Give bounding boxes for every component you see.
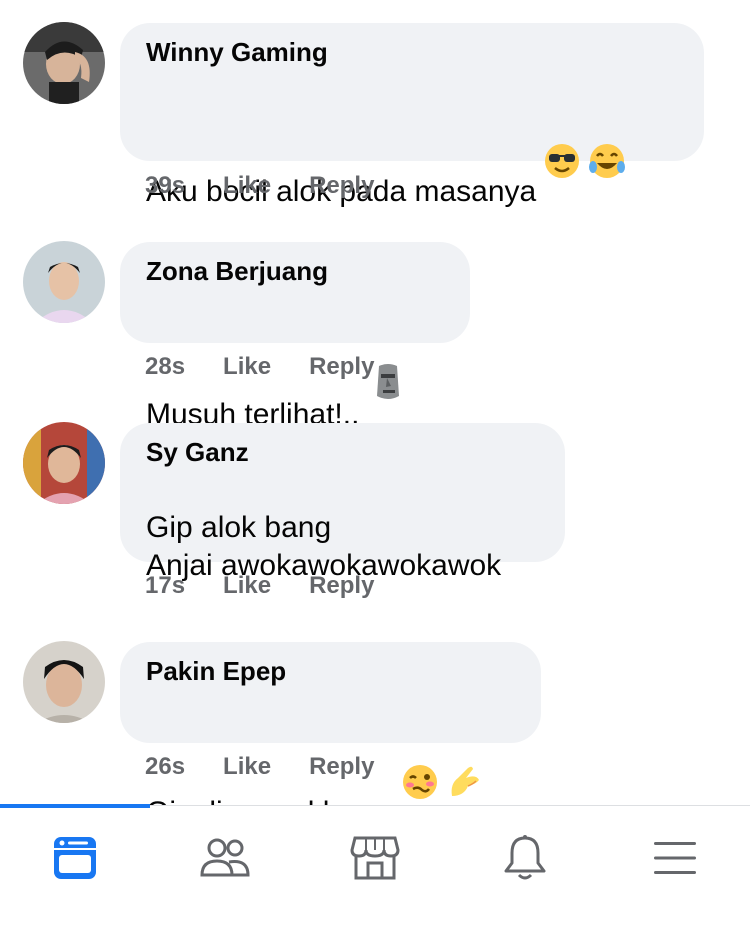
- avatar[interactable]: [23, 641, 105, 723]
- commenter-name[interactable]: Pakin Epep: [146, 656, 515, 686]
- notifications-bell-icon: [502, 833, 548, 883]
- tab-menu[interactable]: [600, 828, 750, 888]
- reply-button[interactable]: Reply: [309, 571, 374, 601]
- comment-timestamp: 26s: [145, 753, 186, 780]
- smiling-face-with-sunglasses-icon: [544, 105, 580, 217]
- like-button[interactable]: Like: [223, 352, 271, 382]
- avatar[interactable]: [23, 241, 105, 323]
- avatar[interactable]: [23, 422, 105, 504]
- avatar[interactable]: [23, 22, 105, 104]
- commenter-name[interactable]: Winny Gaming: [146, 37, 678, 67]
- commenter-name[interactable]: Sy Ganz: [146, 437, 539, 467]
- marketplace-icon: [350, 834, 400, 882]
- tab-notifications[interactable]: [450, 828, 600, 888]
- like-button[interactable]: Like: [223, 752, 271, 782]
- comment-bubble: Pakin Epep Giv diamond bang: [120, 642, 541, 829]
- reply-button[interactable]: Reply: [309, 171, 374, 201]
- comment-timestamp: 28s: [145, 353, 186, 380]
- comment-bubble: Sy Ganz Gip alok bang Anjai awokawokawok…: [120, 423, 565, 582]
- reply-button[interactable]: Reply: [309, 352, 374, 382]
- menu-icon: [651, 838, 699, 878]
- comment-text: Gip alok bang Anjai awokawokawokawok: [146, 471, 539, 585]
- face-with-tears-of-joy-icon: [588, 105, 626, 217]
- comment-actions: 26s Like Reply: [145, 752, 374, 782]
- active-tab-indicator: [0, 804, 150, 808]
- comment-timestamp: 39s: [145, 172, 186, 199]
- friends-icon: [199, 835, 251, 881]
- comment-actions: 28s Like Reply: [145, 352, 374, 382]
- comment-actions: 17s Like Reply: [145, 571, 374, 601]
- like-button[interactable]: Like: [223, 571, 271, 601]
- home-feed-icon: [51, 834, 99, 882]
- tab-home-feed[interactable]: [0, 828, 150, 888]
- tab-marketplace[interactable]: [300, 828, 450, 888]
- tab-friends[interactable]: [150, 828, 300, 888]
- like-button[interactable]: Like: [223, 171, 271, 201]
- comment-timestamp: 17s: [145, 572, 186, 599]
- reply-button[interactable]: Reply: [309, 752, 374, 782]
- comment-bubble: Winny Gaming Aku bocil alok pada masanya: [120, 23, 704, 292]
- comment-bubble: Zona Berjuang Musuh terlihat!..: [120, 242, 470, 431]
- comment-actions: 39s Like Reply: [145, 171, 374, 201]
- bottom-navigation-bar: [0, 804, 750, 934]
- commenter-name[interactable]: Zona Berjuang: [146, 256, 444, 286]
